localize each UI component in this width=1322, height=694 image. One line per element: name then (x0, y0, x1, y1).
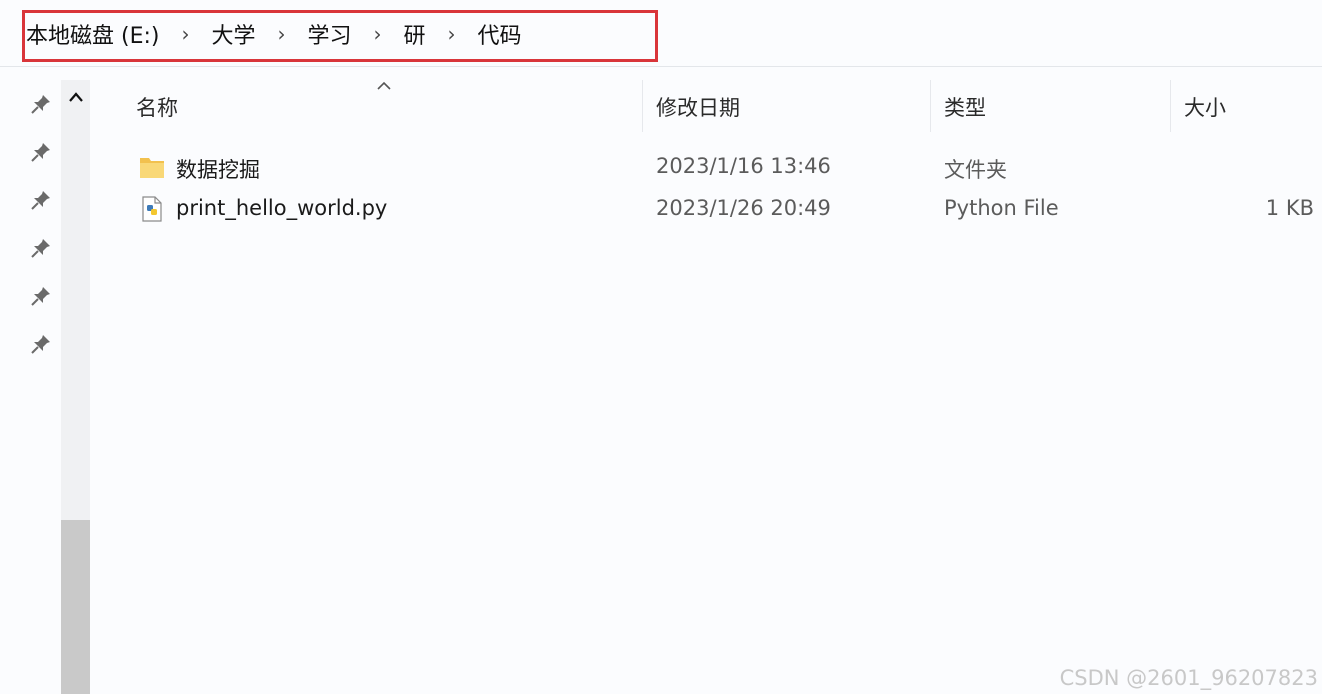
pin-icon[interactable] (30, 141, 52, 163)
folder-icon (140, 158, 164, 178)
file-name[interactable]: print_hello_world.py (176, 196, 387, 220)
quick-access-pins (0, 67, 60, 694)
column-header-row: 名称 修改日期 类型 大小 (90, 80, 1322, 134)
scrollbar-thumb[interactable] (61, 520, 90, 694)
file-modified: 2023/1/16 13:46 (656, 154, 831, 178)
pin-icon[interactable] (30, 333, 52, 355)
address-bar[interactable]: 本地磁盘 (E:) › 大学 › 学习 › 研 › 代码 (0, 0, 1322, 67)
file-row-python[interactable]: print_hello_world.py 2023/1/26 20:49 Pyt… (90, 188, 1322, 230)
column-header-type[interactable]: 类型 (944, 92, 986, 122)
column-divider[interactable] (642, 80, 643, 132)
file-modified: 2023/1/26 20:49 (656, 196, 831, 220)
file-size: 1 KB (1265, 196, 1314, 220)
watermark: CSDN @2601_96207823 (1059, 666, 1318, 690)
column-header-size[interactable]: 大小 (1184, 92, 1226, 122)
column-divider[interactable] (1170, 80, 1171, 132)
sort-ascending-icon (376, 72, 392, 96)
pin-icon[interactable] (30, 237, 52, 259)
pin-icon[interactable] (30, 189, 52, 211)
file-type: 文件夹 (944, 158, 1007, 182)
column-header-modified[interactable]: 修改日期 (656, 92, 740, 122)
pin-icon[interactable] (30, 285, 52, 307)
python-file-icon (142, 196, 162, 222)
file-name[interactable]: 数据挖掘 (176, 154, 260, 184)
scroll-up-arrow-icon[interactable] (61, 80, 90, 114)
highlight-box (22, 10, 658, 62)
file-type: Python File (944, 196, 1059, 220)
nav-scrollbar[interactable] (61, 80, 90, 694)
pin-icon[interactable] (30, 93, 52, 115)
column-header-name[interactable]: 名称 (136, 92, 178, 122)
column-divider[interactable] (930, 80, 931, 132)
file-row-folder[interactable]: 数据挖掘 2023/1/16 13:46 文件夹 (90, 146, 1322, 188)
